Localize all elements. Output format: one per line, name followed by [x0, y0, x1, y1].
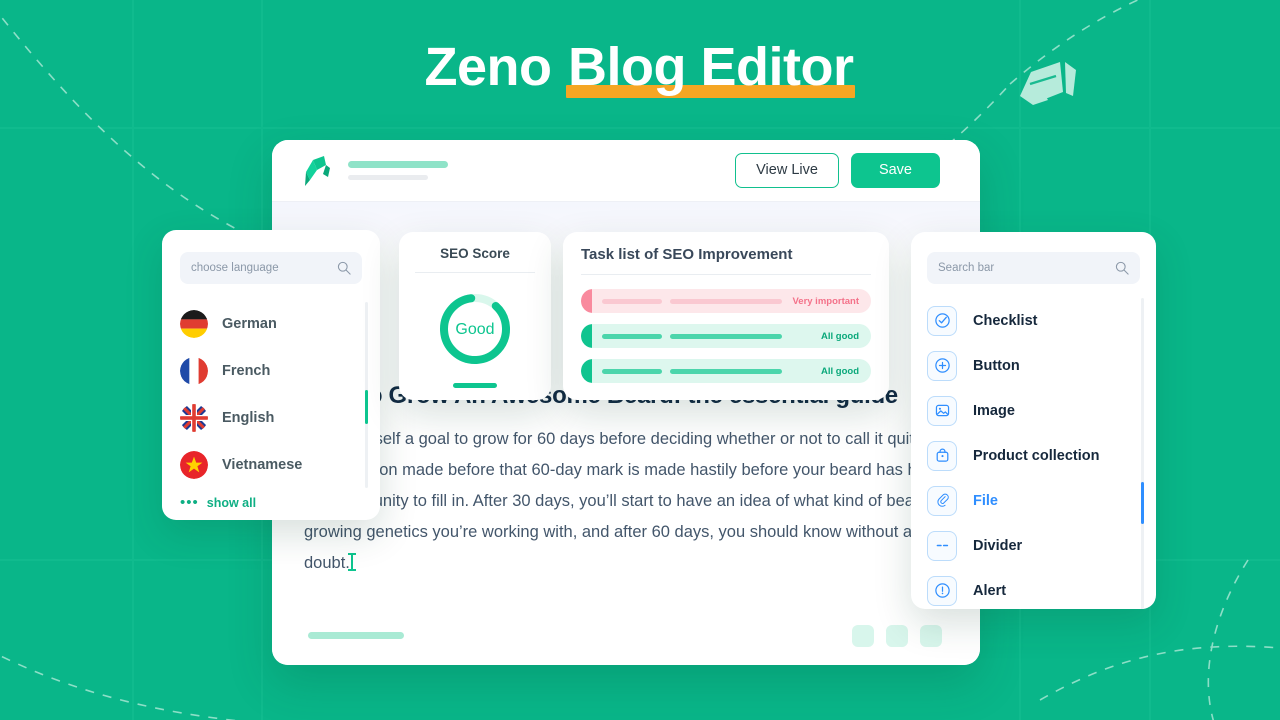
flag-vn-icon: [180, 450, 208, 479]
language-list: German French English Vietnamese: [180, 300, 368, 488]
block-label: Divider: [973, 537, 1023, 554]
table-row[interactable]: All good: [581, 359, 871, 383]
task-list: Very important All good All good: [581, 289, 871, 383]
seo-donut-icon: Good: [440, 294, 510, 364]
ellipsis-icon: •••: [180, 494, 199, 511]
alert-circle-icon: [927, 575, 957, 606]
title-plain: Zeno: [424, 37, 567, 97]
divider: [581, 274, 871, 275]
save-button[interactable]: Save: [850, 153, 940, 188]
search-icon: [1115, 261, 1129, 275]
block-label: Checklist: [973, 312, 1038, 329]
blocks-search-placeholder: Search bar: [938, 262, 995, 274]
title-placeholder-line: [348, 161, 448, 168]
task-placeholder-bars: [602, 298, 792, 304]
task-placeholder-bars: [602, 368, 821, 374]
block-label: Product collection: [973, 447, 1100, 464]
flag-fr-icon: [180, 356, 208, 385]
show-all-languages-button[interactable]: ••• show all: [180, 494, 362, 511]
language-panel: choose language German French English Vi…: [162, 230, 380, 520]
task-card-title: Task list of SEO Improvement: [581, 246, 793, 263]
title-placeholder: [348, 161, 735, 180]
table-row[interactable]: Very important: [581, 289, 871, 313]
block-item-divider[interactable]: Divider: [927, 523, 1140, 568]
block-item-checklist[interactable]: Checklist: [927, 298, 1140, 343]
footer-placeholder-bar: [308, 632, 404, 639]
block-item-product-collection[interactable]: Product collection: [927, 433, 1140, 478]
task-priority-cap: [581, 289, 592, 313]
divider-icon: [927, 530, 957, 561]
blocks-search-input[interactable]: Search bar: [927, 252, 1140, 284]
language-label: English: [222, 409, 275, 426]
language-label: German: [222, 315, 277, 332]
search-icon: [337, 261, 351, 275]
paperclip-icon: [927, 485, 957, 516]
language-search-input[interactable]: choose language: [180, 252, 362, 284]
language-item-french[interactable]: French: [180, 347, 362, 394]
seo-score-card: SEO Score Good: [399, 232, 551, 400]
seo-card-title: SEO Score: [440, 246, 510, 261]
table-row[interactable]: All good: [581, 324, 871, 348]
shopping-bag-icon: [927, 440, 957, 471]
language-label: French: [222, 362, 271, 379]
show-all-label: show all: [206, 496, 257, 510]
task-priority-cap: [581, 324, 592, 348]
language-item-german[interactable]: German: [180, 300, 362, 347]
task-placeholder-bars: [602, 333, 821, 339]
block-label: File: [973, 492, 998, 509]
language-item-english[interactable]: English: [180, 394, 362, 441]
article-content[interactable]: How to Grow An Awesome Beard: the essent…: [304, 382, 952, 579]
footer-block-3: [920, 625, 942, 647]
seo-score-label: Good: [455, 321, 494, 338]
block-label: Alert: [973, 582, 1007, 599]
article-body-text: Give yourself a goal to grow for 60 days…: [304, 430, 936, 572]
status-badge: Very important: [792, 295, 859, 307]
block-item-image[interactable]: Image: [927, 388, 1140, 433]
block-label: Button: [973, 357, 1020, 374]
check-circle-icon: [927, 305, 957, 336]
blocks-panel: Search bar Checklist Button Image Produc…: [911, 232, 1156, 609]
title-highlighted: Blog Editor: [566, 37, 856, 98]
blocks-list: Checklist Button Image Product collectio…: [927, 298, 1144, 609]
divider: [415, 272, 535, 273]
toolbar-actions: View Live Save: [735, 153, 940, 188]
article-paragraph: Give yourself a goal to grow for 60 days…: [304, 424, 952, 579]
image-icon: [927, 395, 957, 426]
seo-task-card: Task list of SEO Improvement Very import…: [563, 232, 889, 400]
plus-circle-icon: [927, 350, 957, 381]
blocks-scrollbar-thumb[interactable]: [1141, 482, 1144, 524]
hero: Zeno Blog Editor: [0, 32, 1280, 102]
page-title: Zeno Blog Editor: [425, 32, 856, 102]
seo-gauge: Good: [415, 289, 535, 369]
footer-block-1: [852, 625, 874, 647]
blocks-scrollbar-track[interactable]: [1141, 298, 1144, 609]
footer-block-2: [886, 625, 908, 647]
status-badge: All good: [821, 365, 859, 377]
task-priority-cap: [581, 359, 592, 383]
language-label: Vietnamese: [222, 456, 303, 473]
block-item-button[interactable]: Button: [927, 343, 1140, 388]
status-badge: All good: [821, 330, 859, 342]
footer-block-placeholders: [852, 625, 942, 647]
pen-nib-icon: [305, 155, 330, 186]
flag-gb-icon: [180, 403, 208, 432]
language-item-vietnamese[interactable]: Vietnamese: [180, 441, 362, 488]
block-label: Image: [973, 402, 1015, 419]
block-item-file[interactable]: File: [927, 478, 1140, 523]
language-scrollbar-thumb[interactable]: [365, 390, 368, 424]
seo-score-underline: [453, 383, 497, 388]
language-search-placeholder: choose language: [191, 262, 279, 274]
block-item-alert[interactable]: Alert: [927, 568, 1140, 609]
text-cursor: [347, 553, 356, 571]
subtitle-placeholder-line: [348, 175, 428, 180]
view-live-button[interactable]: View Live: [735, 153, 839, 188]
flag-de-icon: [180, 309, 208, 338]
editor-toolbar: View Live Save: [272, 140, 980, 202]
